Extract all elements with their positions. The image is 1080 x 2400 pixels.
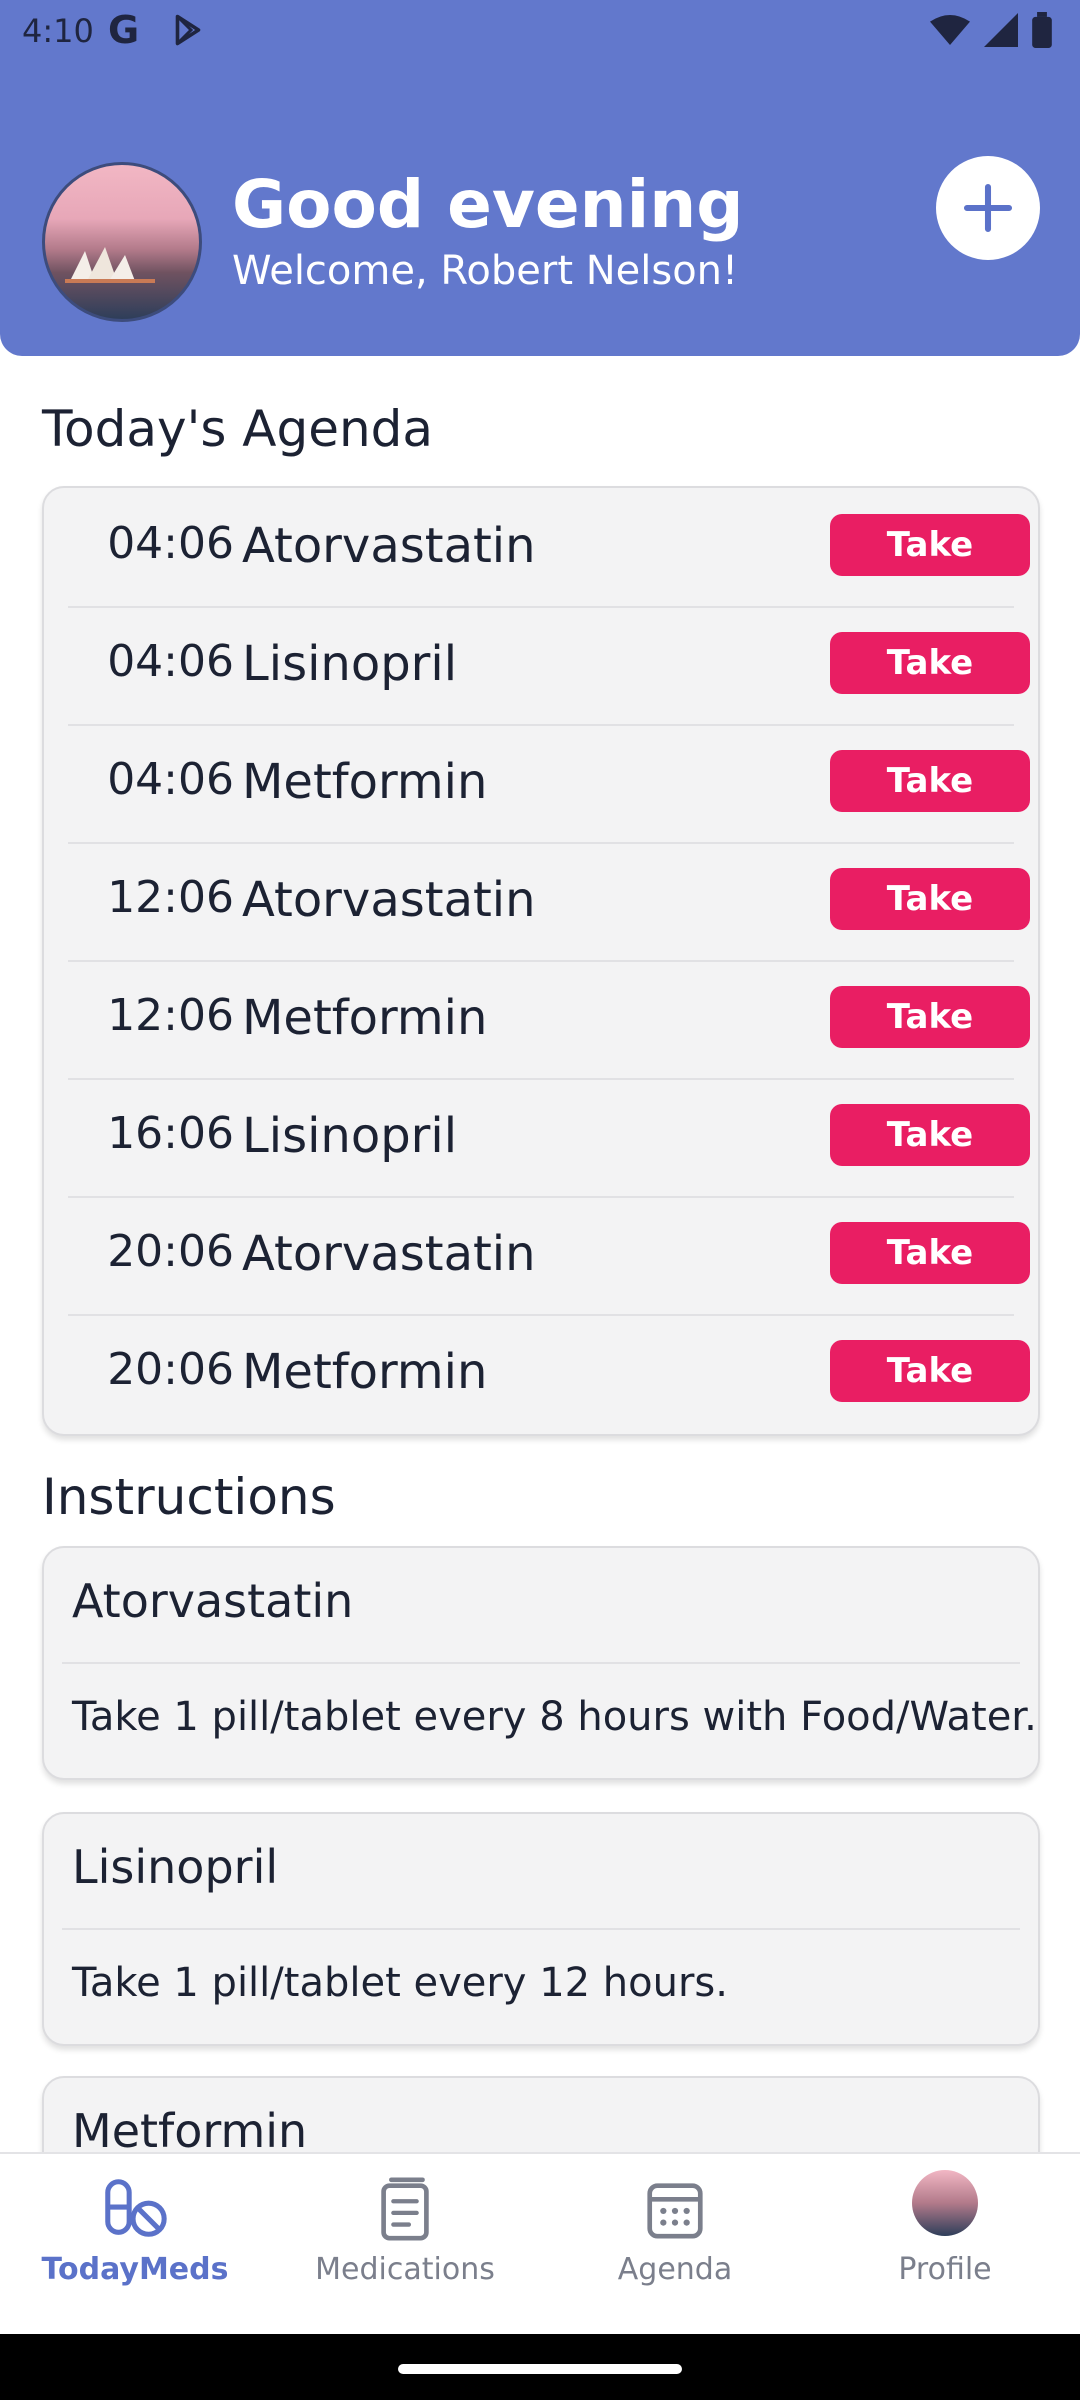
agenda-medication-name: Atorvastatin xyxy=(242,872,536,928)
agenda-time: 04:06 xyxy=(107,636,234,687)
take-button[interactable]: Take xyxy=(830,632,1030,694)
instruction-card: Atorvastatin Take 1 pill/tablet every 8 … xyxy=(42,1546,1040,1780)
agenda-time: 04:06 xyxy=(107,518,234,569)
nav-item-agenda[interactable]: Agenda xyxy=(540,2154,810,2336)
instruction-medication-name: Lisinopril xyxy=(72,1840,279,1894)
agenda-medication-name: Atorvastatin xyxy=(242,1226,536,1282)
signal-icon xyxy=(984,13,1018,55)
agenda-row: 20:06 Atorvastatin Take xyxy=(68,1196,1030,1316)
status-bar: 4:10 G xyxy=(0,0,1080,64)
play-store-icon xyxy=(170,12,206,56)
nav-item-todaymeds[interactable]: TodayMeds xyxy=(0,2154,270,2336)
agenda-row: 16:06 Lisinopril Take xyxy=(68,1078,1030,1198)
opera-house-image xyxy=(65,247,155,283)
calendar-icon xyxy=(647,2183,703,2239)
nav-item-profile[interactable]: Profile xyxy=(810,2154,1080,2336)
nav-label: Profile xyxy=(898,2252,992,2287)
divider xyxy=(62,1928,1020,1930)
agenda-medication-name: Metformin xyxy=(242,754,488,810)
agenda-row: 12:06 Atorvastatin Take xyxy=(68,842,1030,962)
status-time: 4:10 xyxy=(22,12,94,50)
take-button[interactable]: Take xyxy=(830,1104,1030,1166)
agenda-card: 04:06 Atorvastatin Take 04:06 Lisinopril… xyxy=(42,486,1040,1436)
take-button[interactable]: Take xyxy=(830,986,1030,1048)
notebook-icon xyxy=(381,2177,429,2241)
agenda-section-title: Today's Agenda xyxy=(42,400,434,458)
take-button[interactable]: Take xyxy=(830,868,1030,930)
agenda-medication-name: Metformin xyxy=(242,1344,488,1400)
agenda-medication-name: Metformin xyxy=(242,990,488,1046)
instructions-section-title: Instructions xyxy=(42,1468,336,1526)
instruction-text: Take 1 pill/tablet every 8 hours with Fo… xyxy=(72,1694,1037,1740)
profile-avatar xyxy=(912,2170,978,2236)
divider xyxy=(62,1662,1020,1664)
instruction-card: Lisinopril Take 1 pill/tablet every 12 h… xyxy=(42,1812,1040,2046)
instruction-text: Take 1 pill/tablet every 12 hours. xyxy=(72,1960,728,2006)
nav-item-medications[interactable]: Medications xyxy=(270,2154,540,2336)
avatar[interactable] xyxy=(42,162,202,322)
take-button[interactable]: Take xyxy=(830,750,1030,812)
nav-label: Medications xyxy=(315,2252,495,2287)
agenda-time: 04:06 xyxy=(107,754,234,805)
take-button[interactable]: Take xyxy=(830,514,1030,576)
instruction-medication-name: Atorvastatin xyxy=(72,1574,354,1628)
instruction-medication-name: Metformin xyxy=(72,2104,308,2158)
status-icons xyxy=(930,12,1052,56)
welcome-text: Welcome, Robert Nelson! xyxy=(232,248,739,294)
home-gesture-bar[interactable] xyxy=(398,2364,682,2374)
agenda-medication-name: Lisinopril xyxy=(242,636,458,692)
wifi-icon xyxy=(930,13,970,55)
agenda-time: 20:06 xyxy=(107,1344,234,1395)
agenda-row: 20:06 Metformin Take xyxy=(68,1314,1030,1432)
header: 4:10 G Good evening Welcome, Robert Nels… xyxy=(0,0,1080,356)
greeting-title: Good evening xyxy=(232,166,744,243)
agenda-time: 12:06 xyxy=(107,872,234,923)
bottom-navigation: TodayMeds Medications Agenda Profile xyxy=(0,2152,1080,2336)
agenda-time: 16:06 xyxy=(107,1108,234,1159)
plus-icon xyxy=(963,183,1013,233)
take-button[interactable]: Take xyxy=(830,1222,1030,1284)
pills-icon xyxy=(105,2179,167,2237)
agenda-time: 12:06 xyxy=(107,990,234,1041)
agenda-medication-name: Atorvastatin xyxy=(242,518,536,574)
agenda-row: 04:06 Lisinopril Take xyxy=(68,606,1030,726)
google-icon: G xyxy=(108,8,140,52)
agenda-time: 20:06 xyxy=(107,1226,234,1277)
battery-icon xyxy=(1032,12,1052,56)
agenda-row: 04:06 Metformin Take xyxy=(68,724,1030,844)
agenda-row: 12:06 Metformin Take xyxy=(68,960,1030,1080)
take-button[interactable]: Take xyxy=(830,1340,1030,1402)
agenda-medication-name: Lisinopril xyxy=(242,1108,458,1164)
nav-label: Agenda xyxy=(617,2252,733,2287)
agenda-row: 04:06 Atorvastatin Take xyxy=(68,488,1030,608)
nav-label: TodayMeds xyxy=(41,2252,229,2287)
add-medication-button[interactable] xyxy=(936,156,1040,260)
